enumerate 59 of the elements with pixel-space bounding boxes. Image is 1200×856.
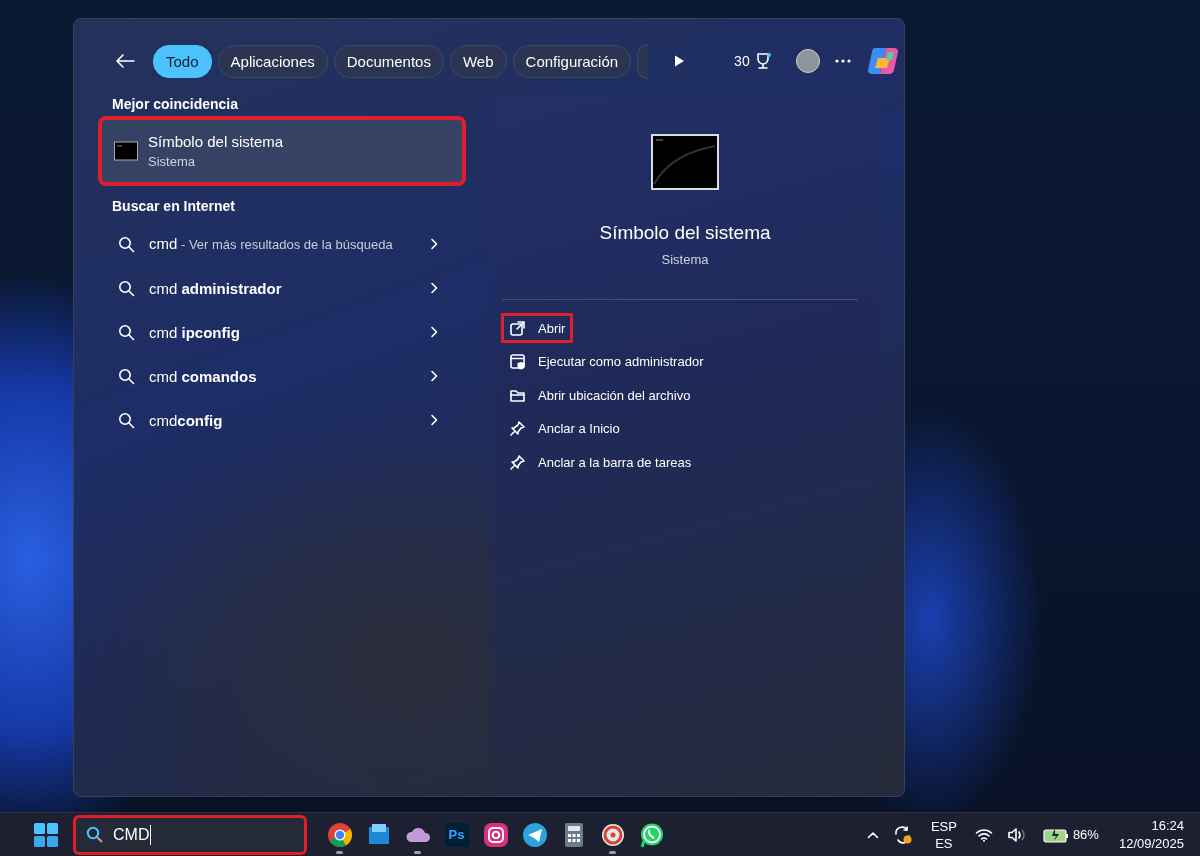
battery-charging-icon[interactable]	[1042, 826, 1069, 843]
window-shield-icon	[509, 353, 526, 370]
search-icon	[118, 323, 135, 341]
chevron-right-icon	[430, 326, 438, 338]
action-item[interactable]: Anclar a Inicio	[504, 416, 625, 441]
search-icon	[118, 367, 135, 385]
target-ring-icon[interactable]	[599, 821, 626, 848]
clock-time[interactable]: 16:24	[1151, 816, 1184, 835]
chevron-up-icon[interactable]	[866, 830, 879, 839]
taskbar-app[interactable]: Ps	[444, 822, 469, 847]
taskbar-search-field[interactable]: CMD	[76, 817, 304, 852]
paper-plane-icon[interactable]	[521, 821, 548, 848]
camera-icon[interactable]	[482, 821, 509, 848]
filter-tab[interactable]: Documentos	[333, 44, 444, 78]
app-subtitle: Sistema	[660, 252, 710, 267]
search-icon	[118, 279, 135, 297]
web-suggestion[interactable]: cmd comandos	[102, 354, 462, 398]
section-heading: Buscar en Internet	[112, 198, 236, 214]
result-title: Símbolo del sistema	[148, 133, 284, 150]
chevron-right-icon	[430, 414, 438, 426]
search-icon	[86, 826, 103, 843]
web-suggestion[interactable]: cmd - Ver más resultados de la búsqueda	[102, 222, 462, 266]
filter-tab[interactable]: Configuración	[512, 44, 632, 78]
section-heading: Mejor coincidencia	[112, 96, 240, 112]
web-suggestion[interactable]: cmd administrador	[102, 266, 462, 310]
phone-bubble-icon[interactable]	[638, 821, 665, 848]
windows-logo-icon[interactable]	[34, 822, 58, 847]
language-code[interactable]: ES	[935, 834, 953, 852]
web-suggestion[interactable]: cmd ipconfig	[102, 310, 462, 354]
pin-icon	[509, 420, 526, 437]
search-icon	[118, 411, 135, 429]
sync-icon[interactable]	[892, 824, 913, 845]
avatar-circle[interactable]	[795, 49, 820, 73]
pin-icon	[509, 453, 526, 471]
points-count: 30	[734, 53, 750, 69]
result-subtitle: Sistema	[148, 154, 196, 169]
more-icon[interactable]	[833, 58, 852, 64]
search-icon	[118, 235, 135, 253]
battery-percent: 86%	[1072, 827, 1099, 842]
action-item[interactable]: Ejecutar como administrador	[504, 349, 709, 374]
chevron-right-icon	[430, 370, 438, 382]
external-link-icon	[509, 319, 526, 337]
wifi-icon[interactable]	[974, 827, 993, 842]
filter-tab[interactable]: Aplicaciones	[217, 44, 328, 78]
action-item[interactable]: Anclar a la barra de tareas	[504, 450, 697, 474]
filter-tab[interactable]: Web	[449, 44, 507, 78]
back-arrow-icon[interactable]	[115, 53, 135, 69]
chevron-right-icon	[430, 282, 438, 294]
chevron-right-icon	[430, 238, 438, 250]
web-suggestion[interactable]: cmdconfig	[102, 398, 462, 442]
action-item[interactable]: Abrir	[504, 316, 571, 340]
terminal-icon	[114, 141, 138, 161]
app-title: Símbolo del sistema	[598, 222, 772, 244]
round-multicolor-icon[interactable]	[326, 821, 353, 848]
terminal-icon	[651, 134, 719, 190]
filter-tab[interactable]: Todo	[153, 44, 212, 78]
language-code[interactable]: ESP	[930, 817, 957, 835]
action-item[interactable]: Abrir ubicación del archivo	[504, 383, 696, 407]
clock-date[interactable]: 12/09/2025	[1118, 834, 1184, 853]
